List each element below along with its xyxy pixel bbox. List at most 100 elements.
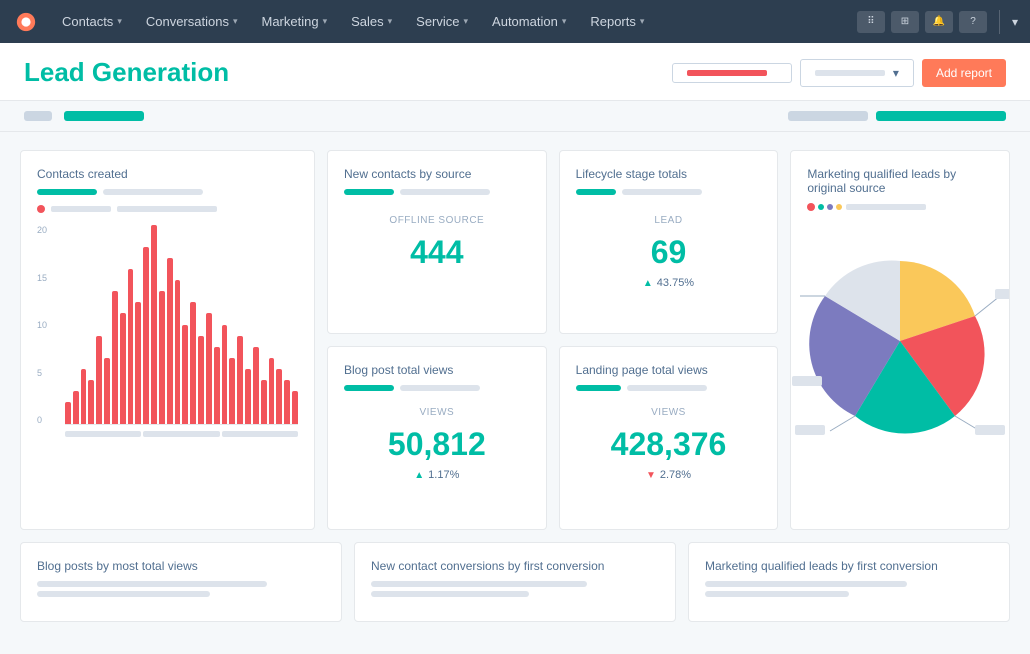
- add-report-button[interactable]: Add report: [922, 59, 1006, 87]
- nav-sales[interactable]: Sales ▾: [341, 0, 402, 43]
- new-contacts-metric: OFFLINE SOURCE 444: [344, 215, 530, 271]
- hubspot-logo[interactable]: [12, 8, 40, 36]
- y-label-3: 15: [37, 273, 47, 283]
- nav-automation[interactable]: Automation ▾: [482, 0, 576, 43]
- automation-chevron: ▾: [562, 16, 567, 27]
- lifecycle-change: ▲ 43.75%: [576, 277, 762, 289]
- contacts-chevron: ▾: [117, 16, 122, 27]
- filter-pill-2[interactable]: [103, 189, 203, 195]
- legend-text-2: [117, 206, 217, 212]
- contacts-created-filter: [37, 189, 298, 195]
- blog-views-title: Blog post total views: [344, 363, 530, 377]
- bar-item-4: [96, 336, 102, 424]
- bar-item-28: [284, 380, 290, 424]
- lifecycle-change-val: 43.75%: [657, 277, 694, 289]
- nav-service[interactable]: Service ▾: [406, 0, 478, 43]
- nc-filter-1[interactable]: [344, 189, 394, 195]
- lifecycle-value: 69: [576, 234, 762, 271]
- new-contacts-title: New contacts by source: [344, 167, 530, 181]
- lv-filter-2[interactable]: [627, 385, 707, 391]
- new-contacts-filter: [344, 189, 530, 195]
- nav-conversations[interactable]: Conversations ▾: [136, 0, 248, 43]
- bv-filter-1[interactable]: [344, 385, 394, 391]
- landing-views-down-arrow: ▼: [646, 470, 656, 481]
- header-top: Lead Generation ▾ Add report: [24, 57, 1006, 100]
- lifecycle-sublabel: LEAD: [576, 215, 762, 226]
- nav-reports[interactable]: Reports ▾: [580, 0, 654, 43]
- filter-right-tag-1: [788, 111, 868, 121]
- landing-views-change-val: 2.78%: [660, 469, 691, 481]
- x-label-1: [65, 431, 141, 437]
- bar-item-6: [112, 291, 118, 424]
- service-chevron: ▾: [464, 16, 469, 27]
- bar-item-16: [190, 302, 196, 424]
- bar-item-15: [182, 325, 188, 425]
- header-actions: ▾ Add report: [672, 59, 1006, 87]
- bottom-card-3: Marketing qualified leads by first conve…: [688, 542, 1010, 622]
- filter-btn-2[interactable]: ▾: [800, 59, 914, 87]
- contacts-created-title: Contacts created: [37, 167, 298, 181]
- contacts-created-card: Contacts created 20 15 10 5 0: [20, 150, 315, 530]
- landing-views-metric: VIEWS 428,376 ▼ 2.78%: [576, 407, 762, 481]
- x-label-3: [222, 431, 298, 437]
- mql-legend-dot-1: [807, 203, 815, 211]
- nav-icon-btn-1[interactable]: ⠿: [857, 11, 885, 33]
- mql-legend-text: [846, 204, 926, 210]
- landing-views-card: Landing page total views VIEWS 428,376 ▼…: [559, 346, 779, 530]
- nav-icon-btn-3[interactable]: 🔔: [925, 11, 953, 33]
- y-axis: 20 15 10 5 0: [37, 225, 47, 425]
- filter-btn-1-label: [687, 70, 767, 76]
- bar-item-13: [167, 258, 173, 424]
- y-label-4: 20: [37, 225, 47, 235]
- lifecycle-metric: LEAD 69 ▲ 43.75%: [576, 215, 762, 289]
- bottom-placeholder-5: [705, 581, 907, 587]
- bar-item-7: [120, 313, 126, 424]
- blog-views-card: Blog post total views VIEWS 50,812 ▲ 1.1…: [327, 346, 547, 530]
- nav-user-menu[interactable]: ▾: [1012, 15, 1018, 29]
- lv-filter-1[interactable]: [576, 385, 621, 391]
- legend-dot: [37, 205, 45, 213]
- filter-tag-1: [24, 111, 52, 121]
- x-axis: [65, 431, 298, 437]
- lc-filter-1[interactable]: [576, 189, 616, 195]
- landing-views-change: ▼ 2.78%: [576, 469, 762, 481]
- filter-btn-1[interactable]: [672, 63, 792, 83]
- y-label-1: 5: [37, 368, 47, 378]
- bar-item-25: [261, 380, 267, 424]
- nav-right-area: ⠿ ⊞ 🔔 ? ▾: [857, 10, 1018, 34]
- filter-bar: [0, 101, 1030, 132]
- bv-filter-2[interactable]: [400, 385, 480, 391]
- bar-item-22: [237, 336, 243, 424]
- landing-views-value: 428,376: [576, 426, 762, 463]
- bar-item-19: [214, 347, 220, 424]
- bottom-placeholder-6: [705, 591, 849, 597]
- lifecycle-title: Lifecycle stage totals: [576, 167, 762, 181]
- lc-filter-2[interactable]: [622, 189, 702, 195]
- mql-card: Marketing qualified leads by original so…: [790, 150, 1010, 530]
- bar-item-2: [81, 369, 87, 424]
- bar-item-3: [88, 380, 94, 424]
- nc-filter-2[interactable]: [400, 189, 490, 195]
- nav-icon-btn-4[interactable]: ?: [959, 11, 987, 33]
- bar-item-21: [229, 358, 235, 424]
- pie-chart-wrapper: [790, 221, 1010, 461]
- nav-contacts[interactable]: Contacts ▾: [52, 0, 132, 43]
- landing-views-title: Landing page total views: [576, 363, 762, 377]
- conversations-chevron: ▾: [233, 16, 238, 27]
- lifecycle-card: Lifecycle stage totals LEAD 69 ▲ 43.75%: [559, 150, 779, 334]
- pie-chart-container: [807, 221, 993, 461]
- bar-item-24: [253, 347, 259, 424]
- main-content: Contacts created 20 15 10 5 0: [0, 132, 1030, 640]
- new-contacts-card: New contacts by source OFFLINE SOURCE 44…: [327, 150, 547, 334]
- nav-icon-btn-2[interactable]: ⊞: [891, 11, 919, 33]
- mql-title: Marketing qualified leads by original so…: [807, 167, 993, 195]
- landing-views-filter: [576, 385, 762, 391]
- bottom-grid: Blog posts by most total views New conta…: [20, 542, 1010, 622]
- filter-pill-1[interactable]: [37, 189, 97, 195]
- filter-tag-active: [64, 111, 144, 121]
- bar-item-23: [245, 369, 251, 424]
- new-contacts-sublabel: OFFLINE SOURCE: [344, 215, 530, 226]
- bottom-card-3-title: Marketing qualified leads by first conve…: [705, 559, 993, 573]
- nav-marketing[interactable]: Marketing ▾: [251, 0, 337, 43]
- blog-views-change-val: 1.17%: [428, 469, 459, 481]
